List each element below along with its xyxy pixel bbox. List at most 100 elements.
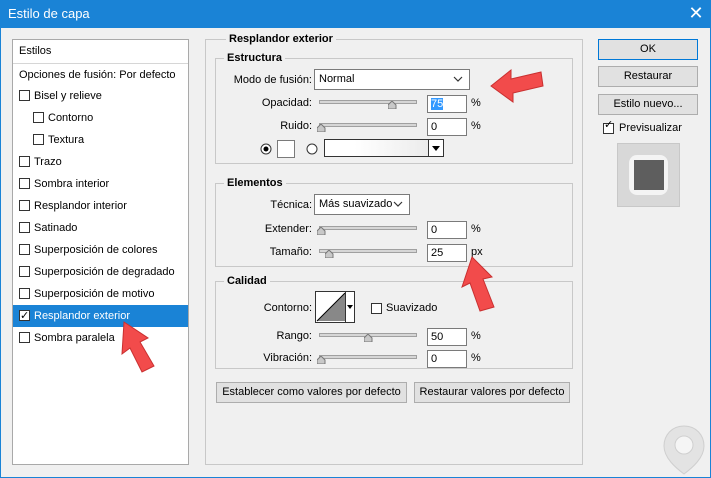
- noise-slider-track[interactable]: [319, 123, 417, 127]
- style-item[interactable]: Superposición de degradado: [13, 261, 188, 283]
- preview-label: Previsualizar: [619, 122, 682, 134]
- style-item-label: Sombra interior: [34, 178, 110, 190]
- style-item-label: Superposición de colores: [34, 244, 158, 256]
- jitter-slider-thumb[interactable]: [317, 356, 326, 364]
- antialias-checkbox[interactable]: [371, 303, 382, 314]
- solid-color-radio[interactable]: [260, 143, 272, 155]
- elements-group: Elementos Técnica: Más suavizado Extende…: [215, 177, 573, 267]
- new-style-button[interactable]: Estilo nuevo...: [598, 94, 698, 115]
- style-item-label: Superposición de degradado: [34, 266, 175, 278]
- spread-slider-track[interactable]: [319, 226, 417, 230]
- jitter-label: Vibración:: [263, 352, 312, 364]
- jitter-slider-track[interactable]: [319, 355, 417, 359]
- style-item-checkbox[interactable]: [19, 266, 30, 277]
- preview-square: [634, 160, 664, 190]
- annotation-arrow-icon: [490, 68, 544, 103]
- blend-mode-select[interactable]: Normal: [314, 69, 470, 90]
- ok-button[interactable]: OK: [598, 39, 698, 60]
- style-item[interactable]: Superposición de colores: [13, 239, 188, 261]
- range-unit: %: [471, 330, 481, 342]
- style-item[interactable]: Resplandor exterior: [13, 305, 188, 327]
- gradient-picker[interactable]: [324, 139, 444, 157]
- style-item-label: Resplandor exterior: [34, 310, 130, 322]
- style-item-label: Resplandor interior: [34, 200, 127, 212]
- style-item[interactable]: Trazo: [13, 151, 188, 173]
- style-item-label: Satinado: [34, 222, 78, 234]
- close-icon[interactable]: ✕: [684, 2, 708, 26]
- contour-picker[interactable]: [315, 291, 355, 323]
- style-item[interactable]: Resplandor interior: [13, 195, 188, 217]
- color-swatch[interactable]: [277, 140, 295, 158]
- style-item-checkbox[interactable]: [19, 332, 30, 343]
- preview-checkbox[interactable]: [603, 118, 614, 134]
- opacity-value: 75: [431, 98, 444, 110]
- styles-header[interactable]: Estilos: [13, 40, 188, 62]
- style-item[interactable]: Contorno: [13, 107, 188, 129]
- contour-label: Contorno:: [263, 302, 312, 314]
- opacity-slider-thumb[interactable]: [388, 101, 397, 109]
- gradient-dropdown-icon[interactable]: [428, 140, 443, 156]
- style-item-checkbox[interactable]: [33, 112, 44, 123]
- opacity-input[interactable]: 75: [427, 95, 467, 113]
- style-item[interactable]: Textura: [13, 129, 188, 151]
- style-item-checkbox[interactable]: [19, 305, 30, 327]
- set-default-button[interactable]: Establecer como valores por defecto: [216, 382, 407, 403]
- jitter-unit: %: [471, 352, 481, 364]
- size-slider-thumb[interactable]: [325, 250, 334, 258]
- style-item-label: Contorno: [48, 112, 94, 124]
- quality-title: Calidad: [224, 275, 270, 287]
- style-item[interactable]: Sombra paralela: [13, 327, 188, 349]
- opacity-label: Opacidad:: [261, 97, 312, 109]
- noise-input[interactable]: 0: [427, 118, 467, 136]
- style-item-checkbox[interactable]: [19, 222, 30, 233]
- spread-unit: %: [471, 223, 481, 235]
- jitter-input[interactable]: 0: [427, 350, 467, 368]
- style-item-checkbox[interactable]: [33, 134, 44, 145]
- style-item[interactable]: Satinado: [13, 217, 188, 239]
- title-bar: Estilo de capa ✕: [0, 0, 711, 28]
- gradient-radio[interactable]: [306, 143, 318, 155]
- opacity-slider-track[interactable]: [319, 100, 417, 104]
- range-value: 50: [431, 331, 444, 343]
- style-item-label: Bisel y relieve: [34, 90, 102, 102]
- blend-mode-value: Normal: [319, 73, 355, 85]
- panel-title: Resplandor exterior: [226, 33, 336, 45]
- style-item-checkbox[interactable]: [19, 90, 30, 101]
- technique-value: Más suavizado: [319, 198, 393, 210]
- spread-input[interactable]: 0: [427, 221, 467, 239]
- style-item-checkbox[interactable]: [19, 200, 30, 211]
- window-title: Estilo de capa: [8, 6, 90, 21]
- reset-default-button[interactable]: Restaurar valores por defecto: [414, 382, 570, 403]
- spread-label: Extender:: [264, 223, 312, 235]
- style-item-checkbox[interactable]: [19, 156, 30, 167]
- chevron-down-icon: [393, 195, 403, 221]
- structure-title: Estructura: [224, 52, 286, 64]
- noise-value: 0: [431, 121, 438, 133]
- style-item-checkbox[interactable]: [19, 288, 30, 299]
- style-item[interactable]: Sombra interior: [13, 173, 188, 195]
- blending-options-item[interactable]: Opciones de fusión: Por defecto: [13, 63, 188, 86]
- annotation-arrow-icon: [461, 256, 495, 312]
- styles-list: Estilos Opciones de fusión: Por defecto …: [12, 39, 189, 465]
- technique-select[interactable]: Más suavizado: [314, 194, 410, 215]
- noise-label: Ruido:: [280, 120, 312, 132]
- chevron-down-icon: [453, 70, 463, 96]
- style-item[interactable]: Bisel y relieve: [13, 85, 188, 107]
- antialias-label: Suavizado: [386, 302, 438, 314]
- style-item-checkbox[interactable]: [19, 244, 30, 255]
- range-slider-thumb[interactable]: [364, 334, 373, 342]
- noise-slider-thumb[interactable]: [317, 124, 326, 132]
- opacity-unit: %: [471, 97, 481, 109]
- style-item[interactable]: Superposición de motivo: [13, 283, 188, 305]
- contour-curve-icon: [316, 292, 346, 322]
- contour-dropdown-icon[interactable]: [345, 292, 354, 322]
- spread-value: 0: [431, 224, 438, 236]
- spread-slider-thumb[interactable]: [317, 227, 326, 235]
- elements-title: Elementos: [224, 177, 286, 189]
- range-input[interactable]: 50: [427, 328, 467, 346]
- size-label: Tamaño:: [269, 246, 312, 258]
- jitter-value: 0: [431, 353, 438, 365]
- style-item-checkbox[interactable]: [19, 178, 30, 189]
- noise-unit: %: [471, 120, 481, 132]
- reset-button[interactable]: Restaurar: [598, 66, 698, 87]
